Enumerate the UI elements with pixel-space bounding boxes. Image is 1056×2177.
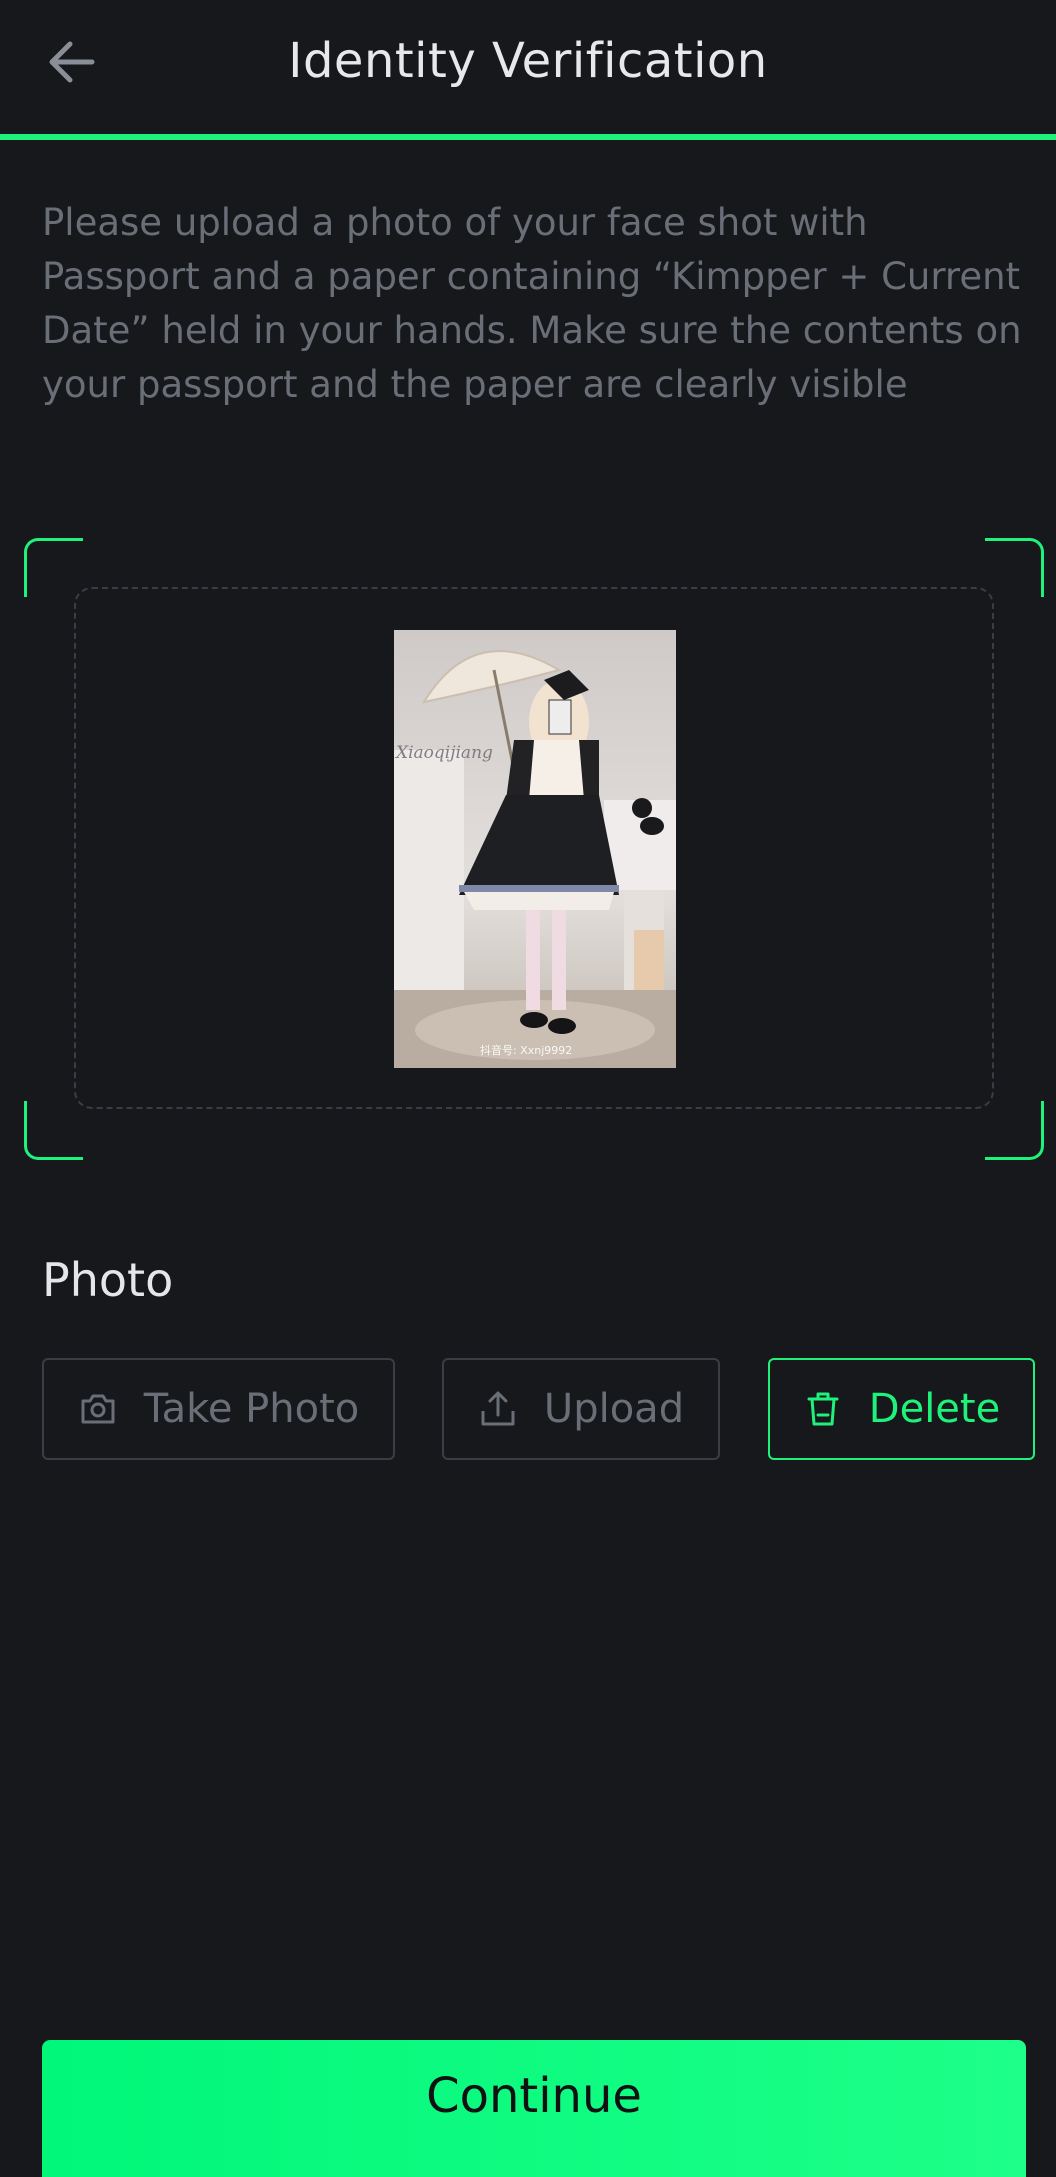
photo-watermark: Xiaoqijiang (394, 743, 493, 763)
take-photo-button[interactable]: Take Photo (42, 1358, 395, 1460)
capture-frame: Xiaoqijiang 抖音号: Xxnj9992 (24, 538, 1044, 1160)
instructions-text: Please upload a photo of your face shot … (42, 201, 1022, 406)
frame-corner-bottom-right (985, 1101, 1044, 1160)
frame-corner-top-left (24, 538, 83, 597)
photo-image: Xiaoqijiang 抖音号: Xxnj9992 (394, 630, 676, 1068)
upload-label: Upload (543, 1386, 685, 1432)
frame-corner-bottom-left (24, 1101, 83, 1160)
frame-corner-top-right (985, 538, 1044, 597)
take-photo-label: Take Photo (143, 1386, 360, 1432)
upload-icon (478, 1389, 518, 1429)
upload-button[interactable]: Upload (442, 1358, 720, 1460)
continue-button[interactable]: Continue (42, 2040, 1026, 2177)
delete-button[interactable]: Delete (768, 1358, 1035, 1460)
uploaded-photo-preview[interactable]: Xiaoqijiang 抖音号: Xxnj9992 (394, 630, 676, 1068)
photo-section-title: Photo (42, 1253, 174, 1307)
camera-icon (78, 1389, 118, 1429)
delete-label: Delete (868, 1386, 1001, 1432)
progress-line (0, 134, 1056, 140)
page-title: Identity Verification (288, 33, 768, 89)
continue-label: Continue (426, 2068, 642, 2124)
app-header: Identity Verification (0, 0, 1056, 136)
trash-icon (803, 1389, 843, 1429)
photo-caption: 抖音号: Xxnj9992 (480, 1043, 572, 1057)
